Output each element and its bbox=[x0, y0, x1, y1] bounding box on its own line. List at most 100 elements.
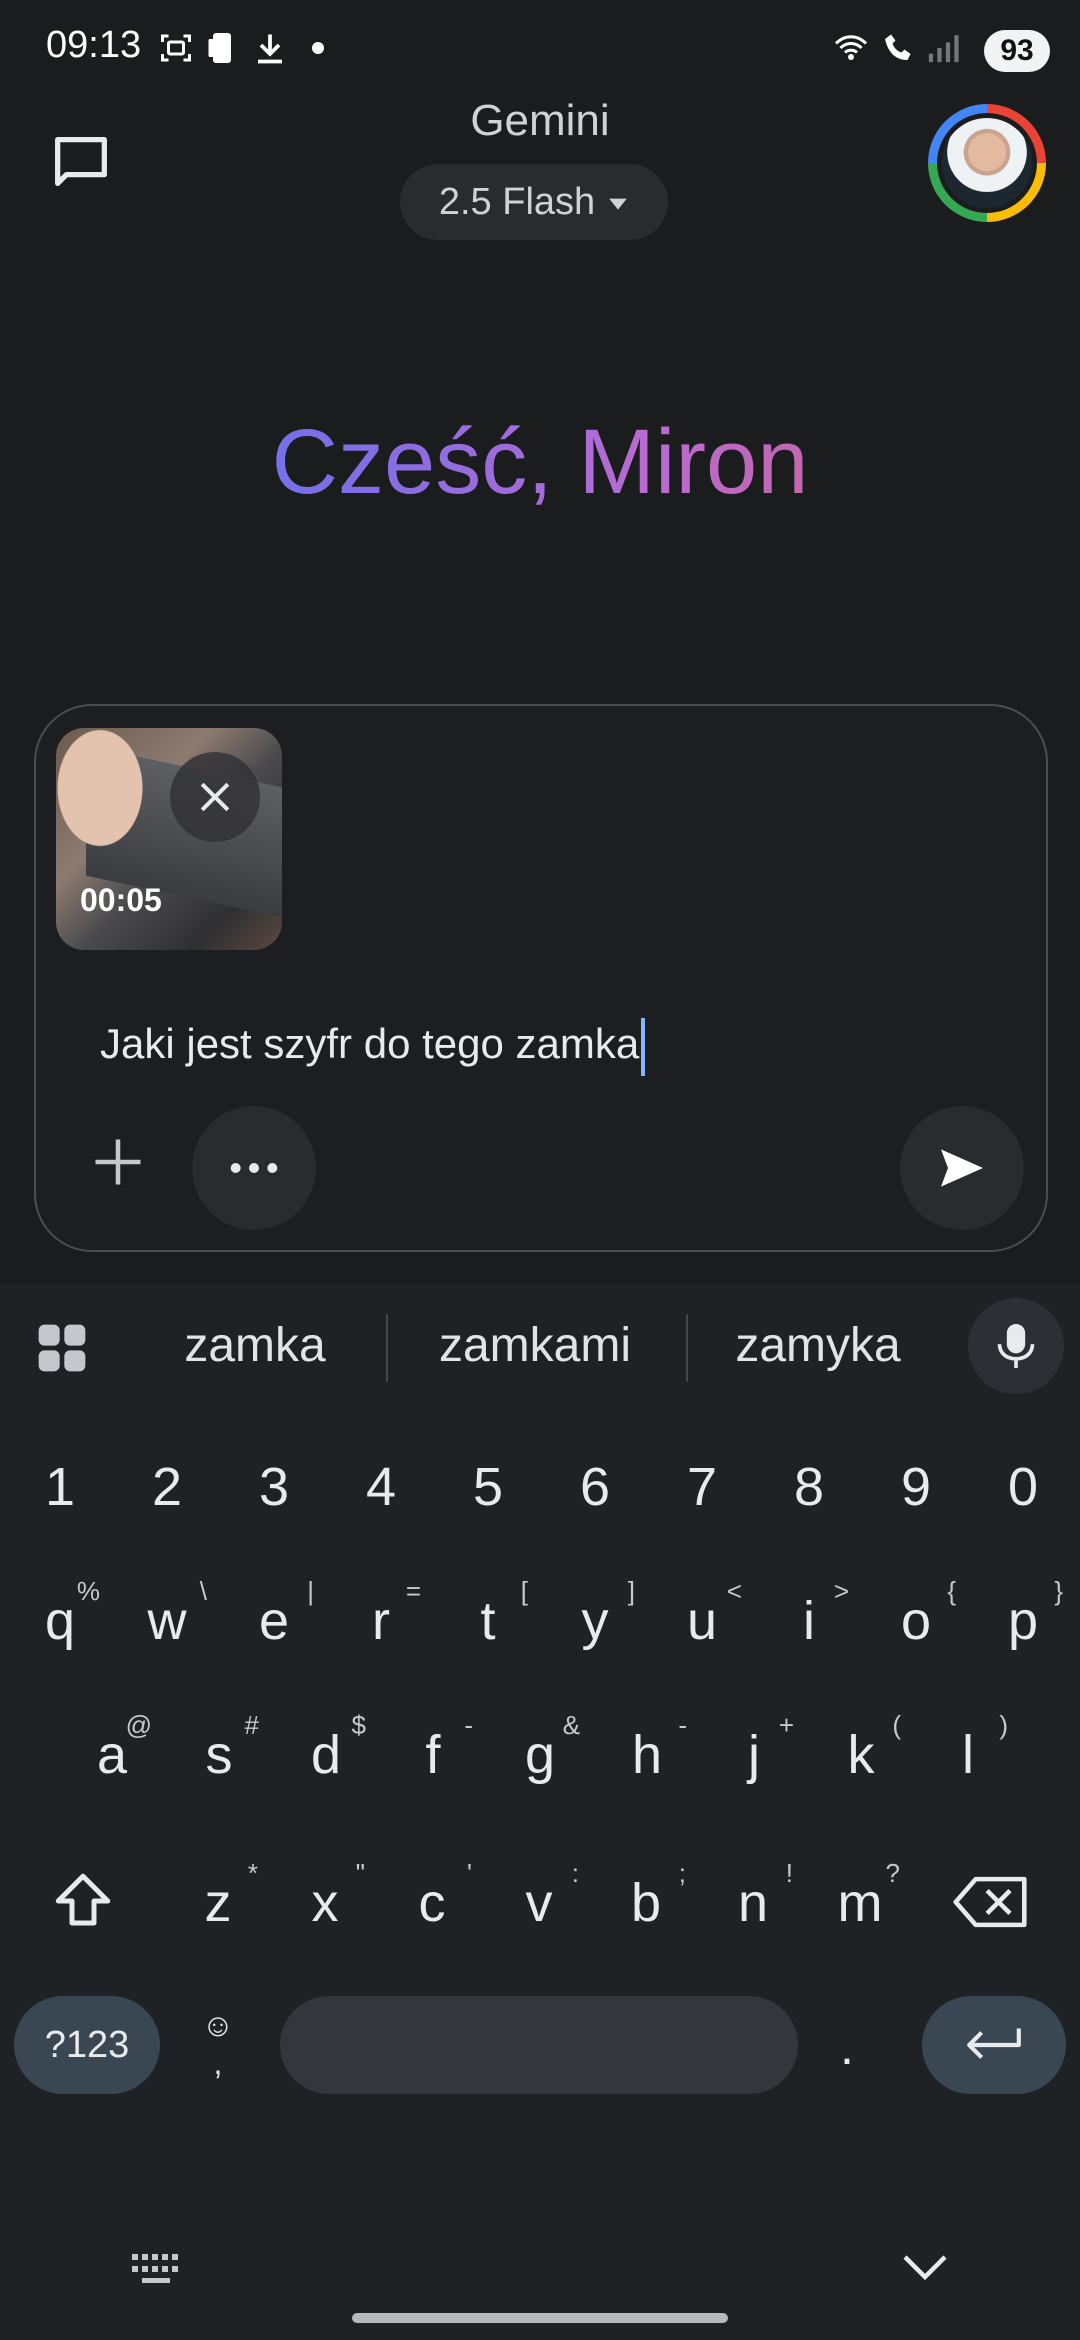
key-o[interactable]: o{ bbox=[866, 1576, 966, 1652]
key-1[interactable]: 1 bbox=[10, 1456, 110, 1518]
keyboard-apps-icon[interactable] bbox=[34, 1320, 94, 1380]
video-duration: 00:05 bbox=[80, 882, 162, 918]
keyboard-switch-icon[interactable] bbox=[130, 2250, 190, 2290]
text-caret bbox=[641, 1018, 646, 1076]
key-label: s bbox=[205, 1725, 233, 1785]
key-p[interactable]: p} bbox=[973, 1576, 1073, 1652]
key-hint: - bbox=[678, 1710, 687, 1740]
key-label: i bbox=[803, 1591, 815, 1651]
key-9[interactable]: 9 bbox=[866, 1456, 966, 1518]
key-hint: * bbox=[247, 1858, 258, 1888]
key-hint: ' bbox=[467, 1858, 472, 1888]
key-7[interactable]: 7 bbox=[652, 1456, 752, 1518]
key-u[interactable]: u < bbox=[652, 1576, 752, 1652]
key-g[interactable]: g & bbox=[490, 1710, 590, 1786]
key-hint: > bbox=[833, 1576, 849, 1606]
space-bar[interactable] bbox=[280, 1996, 798, 2094]
key-a[interactable]: a @ bbox=[62, 1710, 162, 1786]
key-label: p bbox=[1007, 1591, 1039, 1651]
key-label: j bbox=[748, 1725, 760, 1785]
key-i[interactable]: i > bbox=[759, 1576, 859, 1652]
key-label: f bbox=[425, 1725, 441, 1785]
key-hint: : bbox=[571, 1858, 579, 1888]
more-options-button[interactable] bbox=[192, 1106, 316, 1230]
key-5[interactable]: 5 bbox=[438, 1456, 538, 1518]
suggestion-3[interactable]: zamyka bbox=[708, 1318, 928, 1373]
key-y[interactable]: y] bbox=[545, 1576, 645, 1652]
key-f[interactable]: f- bbox=[383, 1710, 483, 1786]
key-k[interactable]: k( bbox=[811, 1710, 911, 1786]
avatar[interactable] bbox=[928, 104, 1046, 222]
key-h[interactable]: h- bbox=[597, 1710, 697, 1786]
key-2[interactable]: 2 bbox=[117, 1456, 217, 1518]
key-m[interactable]: m? bbox=[810, 1858, 910, 1934]
dot-icon bbox=[310, 30, 326, 74]
backspace-icon bbox=[953, 1876, 1027, 1928]
key-4[interactable]: 4 bbox=[331, 1456, 431, 1518]
suggestion-1[interactable]: zamka bbox=[150, 1318, 360, 1373]
key-0[interactable]: 0 bbox=[973, 1456, 1073, 1518]
key-d[interactable]: d $ bbox=[276, 1710, 376, 1786]
comma-label: , bbox=[213, 2045, 223, 2081]
key-hint: & bbox=[562, 1710, 580, 1740]
key-s[interactable]: s # bbox=[169, 1710, 269, 1786]
voice-input-button[interactable] bbox=[968, 1298, 1064, 1394]
key-label: a bbox=[96, 1725, 128, 1785]
emoji-key[interactable]: ☺ , bbox=[198, 2006, 238, 2086]
key-label: k bbox=[847, 1725, 875, 1785]
key-b[interactable]: b; bbox=[596, 1858, 696, 1934]
key-8[interactable]: 8 bbox=[759, 1456, 859, 1518]
key-e[interactable]: e | bbox=[224, 1576, 324, 1652]
key-label: g bbox=[524, 1725, 556, 1785]
key-6[interactable]: 6 bbox=[545, 1456, 645, 1518]
key-label: v bbox=[525, 1873, 553, 1933]
home-indicator[interactable] bbox=[352, 2313, 728, 2323]
key-label: n bbox=[737, 1873, 769, 1933]
key-hint: ! bbox=[785, 1858, 793, 1888]
shift-key[interactable] bbox=[48, 1868, 128, 1938]
key-label: t bbox=[480, 1591, 496, 1651]
key-label: 3 bbox=[258, 1457, 290, 1517]
prompt-input-text: Jaki jest szyfr do tego zamka bbox=[100, 1020, 640, 1068]
key-label: b bbox=[630, 1873, 662, 1933]
key-label: y bbox=[581, 1591, 609, 1651]
chevron-down-icon bbox=[607, 181, 629, 224]
backspace-key[interactable] bbox=[950, 1872, 1034, 1936]
shift-icon bbox=[55, 1873, 111, 1926]
more-horiz-icon bbox=[230, 1163, 278, 1173]
key-label: 0 bbox=[1007, 1457, 1039, 1517]
add-attachment-button[interactable] bbox=[88, 1132, 148, 1192]
phone-icon bbox=[204, 30, 240, 74]
suggestion-2[interactable]: zamkami bbox=[410, 1318, 660, 1373]
key-label: 1 bbox=[44, 1457, 76, 1517]
key-hint: } bbox=[1054, 1576, 1063, 1606]
key-v[interactable]: v: bbox=[489, 1858, 589, 1934]
prompt-input[interactable]: Jaki jest szyfr do tego zamka bbox=[100, 1018, 646, 1076]
key-x[interactable]: x " bbox=[275, 1858, 375, 1934]
download-icon bbox=[252, 30, 288, 74]
model-selector[interactable]: 2.5 Flash bbox=[400, 164, 668, 240]
key-n[interactable]: n! bbox=[703, 1858, 803, 1934]
key-hint: < bbox=[726, 1576, 742, 1606]
key-r[interactable]: r = bbox=[331, 1576, 431, 1652]
key-3[interactable]: 3 bbox=[224, 1456, 324, 1518]
send-icon bbox=[941, 1149, 983, 1187]
key-l[interactable]: l) bbox=[918, 1710, 1018, 1786]
remove-attachment-button[interactable] bbox=[170, 752, 260, 842]
key-c[interactable]: c ' bbox=[382, 1858, 482, 1934]
symbols-key[interactable]: ?123 bbox=[14, 1996, 160, 2094]
screenshot-icon bbox=[158, 30, 194, 74]
key-w[interactable]: w \ bbox=[117, 1576, 217, 1652]
key-j[interactable]: j + bbox=[704, 1710, 804, 1786]
enter-key[interactable] bbox=[922, 1996, 1066, 2094]
period-key[interactable]: . bbox=[840, 2018, 854, 2076]
key-z[interactable]: z * bbox=[168, 1858, 268, 1934]
key-q[interactable]: q% bbox=[10, 1576, 110, 1652]
key-hint: \ bbox=[199, 1576, 207, 1606]
send-button[interactable] bbox=[900, 1106, 1024, 1230]
key-hint: % bbox=[76, 1576, 100, 1606]
key-hint: { bbox=[947, 1576, 956, 1606]
hide-keyboard-icon[interactable] bbox=[900, 2250, 950, 2290]
key-t[interactable]: t[ bbox=[438, 1576, 538, 1652]
key-label: c bbox=[418, 1873, 446, 1933]
